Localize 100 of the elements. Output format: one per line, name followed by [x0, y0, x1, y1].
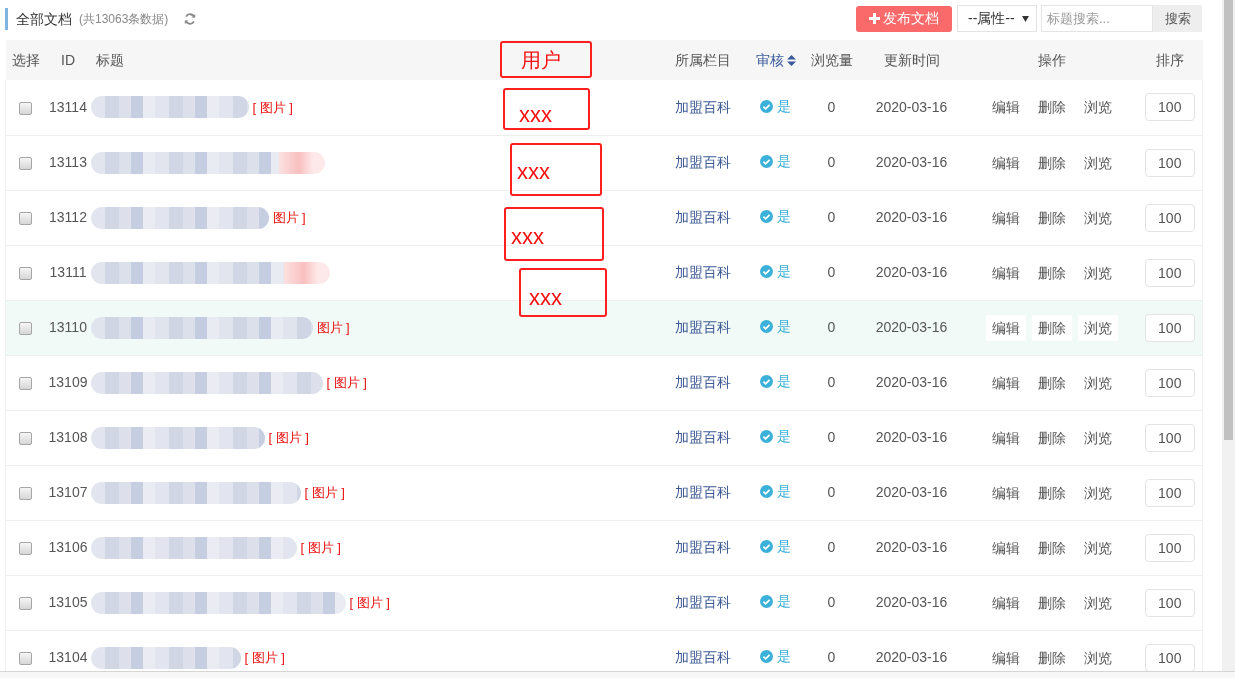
edit-button[interactable]: 编辑 [985, 149, 1026, 176]
row-checkbox[interactable] [19, 266, 33, 280]
view-button[interactable]: 浏览 [1077, 589, 1118, 616]
check-circle-icon [760, 99, 773, 113]
edit-button[interactable]: 编辑 [985, 479, 1026, 506]
search-button[interactable]: 搜索 [1153, 5, 1202, 32]
check-circle-icon [760, 155, 773, 168]
sort-order-field[interactable]: 100 [1144, 93, 1195, 122]
document-id: 13110 [49, 319, 87, 335]
category-link[interactable]: 加盟百科 [675, 594, 731, 610]
category-link[interactable]: 加盟百科 [675, 209, 731, 225]
check-circle-icon [760, 430, 773, 443]
view-button[interactable]: 浏览 [1077, 94, 1118, 121]
update-date: 2020-03-16 [875, 154, 948, 170]
view-button[interactable]: 浏览 [1077, 259, 1118, 286]
row-checkbox[interactable] [19, 321, 33, 335]
update-date: 2020-03-16 [875, 429, 948, 445]
edit-button[interactable]: 编辑 [985, 534, 1026, 561]
edit-button[interactable]: 编辑 [985, 644, 1026, 671]
delete-button[interactable]: 删除 [1031, 204, 1072, 231]
document-id: 13113 [49, 154, 87, 170]
delete-button[interactable]: 删除 [1031, 589, 1072, 616]
annotation-text: xxx [517, 159, 550, 185]
sort-order-field[interactable]: 100 [1144, 258, 1195, 287]
update-date: 2020-03-16 [875, 319, 948, 335]
scrollbar-thumb[interactable] [1224, 0, 1233, 440]
view-count: 0 [827, 209, 836, 225]
category-link[interactable]: 加盟百科 [675, 649, 731, 665]
scrollbar[interactable] [1222, 0, 1235, 671]
edit-button[interactable]: 编辑 [985, 369, 1026, 396]
delete-button[interactable]: 删除 [1031, 314, 1072, 341]
view-button[interactable]: 浏览 [1077, 149, 1118, 176]
row-checkbox[interactable] [19, 486, 33, 500]
row-checkbox[interactable] [19, 596, 33, 610]
caret-icon [1022, 15, 1029, 22]
category-link[interactable]: 加盟百科 [675, 319, 731, 335]
sort-order-field[interactable]: 100 [1144, 588, 1195, 617]
category-link[interactable]: 加盟百科 [675, 154, 731, 170]
view-button[interactable]: 浏览 [1077, 479, 1118, 506]
delete-button[interactable]: 删除 [1031, 149, 1072, 176]
edit-button[interactable]: 编辑 [985, 314, 1026, 341]
audit-status: 是 [777, 592, 791, 611]
document-id: 13112 [49, 209, 87, 225]
edit-button[interactable]: 编辑 [985, 94, 1026, 121]
image-tag: [ 图片 ] [304, 482, 345, 503]
delete-button[interactable]: 删除 [1031, 424, 1072, 451]
row-checkbox[interactable] [19, 376, 33, 390]
check-circle-icon [760, 375, 773, 388]
document-id: 13106 [48, 539, 88, 555]
audit-status: 是 [777, 152, 791, 171]
image-tag: 图片 ] [316, 317, 350, 338]
check-circle-icon [760, 595, 773, 608]
sort-order-field[interactable]: 100 [1144, 203, 1195, 232]
sort-order-field[interactable]: 100 [1144, 478, 1195, 507]
sort-order-field[interactable]: 100 [1144, 368, 1195, 397]
category-link[interactable]: 加盟百科 [675, 484, 731, 500]
category-link[interactable]: 加盟百科 [675, 539, 731, 555]
view-button[interactable]: 浏览 [1077, 204, 1118, 231]
view-button[interactable]: 浏览 [1077, 314, 1118, 341]
delete-button[interactable]: 删除 [1031, 259, 1072, 286]
search-field[interactable]: 标题搜索... [1041, 5, 1153, 32]
sort-order-field[interactable]: 100 [1144, 643, 1195, 671]
edit-button[interactable]: 编辑 [985, 204, 1026, 231]
delete-button[interactable]: 删除 [1031, 369, 1072, 396]
column-header: ID [61, 51, 75, 68]
edit-button[interactable]: 编辑 [985, 589, 1026, 616]
delete-button[interactable]: 删除 [1031, 644, 1072, 671]
update-date: 2020-03-16 [875, 98, 948, 115]
row-checkbox[interactable] [19, 431, 33, 445]
row-checkbox[interactable] [19, 101, 33, 115]
row-checkbox[interactable] [19, 651, 33, 665]
delete-button[interactable]: 删除 [1031, 94, 1072, 121]
delete-button[interactable]: 删除 [1031, 534, 1072, 561]
category-link[interactable]: 加盟百科 [675, 374, 731, 390]
row-checkbox[interactable] [19, 541, 33, 555]
view-button[interactable]: 浏览 [1077, 369, 1118, 396]
refresh-icon[interactable] [184, 12, 197, 25]
image-tag: [ 图片 ] [252, 97, 293, 117]
view-button[interactable]: 浏览 [1077, 424, 1118, 451]
update-date: 2020-03-16 [875, 594, 948, 610]
sort-order-field[interactable]: 100 [1144, 313, 1195, 342]
category-link[interactable]: 加盟百科 [675, 264, 731, 280]
view-button[interactable]: 浏览 [1077, 534, 1118, 561]
row-checkbox[interactable] [19, 211, 33, 225]
sort-order-field[interactable]: 100 [1144, 533, 1195, 562]
view-button[interactable]: 浏览 [1077, 644, 1118, 671]
view-count: 0 [827, 264, 836, 280]
check-circle-icon [760, 485, 773, 498]
sort-order-field[interactable]: 100 [1144, 148, 1195, 177]
view-count: 0 [827, 649, 836, 665]
category-link[interactable]: 加盟百科 [675, 429, 731, 445]
row-checkbox[interactable] [19, 156, 33, 170]
edit-button[interactable]: 编辑 [985, 424, 1026, 451]
sort-order-field[interactable]: 100 [1144, 423, 1195, 452]
audit-status: 是 [777, 537, 791, 556]
category-link[interactable]: 加盟百科 [675, 98, 731, 115]
audit-status: 是 [777, 372, 791, 391]
delete-button[interactable]: 删除 [1031, 479, 1072, 506]
attribute-dropdown[interactable]: --属性-- [957, 5, 1037, 32]
edit-button[interactable]: 编辑 [985, 259, 1026, 286]
